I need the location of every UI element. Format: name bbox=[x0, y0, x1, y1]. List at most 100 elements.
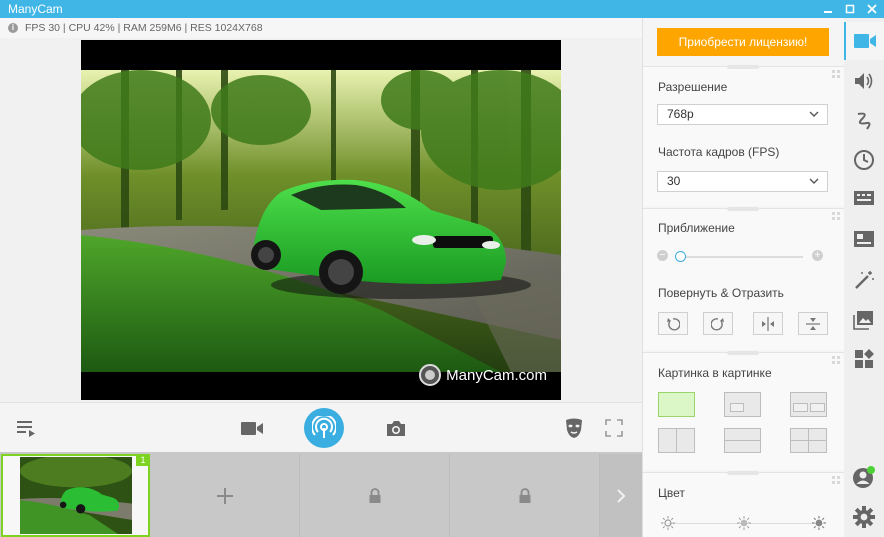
color-section: Цвет bbox=[643, 471, 844, 537]
fps-label: Частота кадров (FPS) bbox=[658, 145, 780, 159]
rail-subtitles-button[interactable] bbox=[844, 180, 884, 218]
flip-horizontal-icon bbox=[762, 316, 774, 331]
playlist-button[interactable] bbox=[14, 416, 40, 440]
video-preview[interactable]: ManyCam.com bbox=[81, 40, 561, 400]
stats-text: FPS 30 | CPU 42% | RAM 259M6 | RES 1024X… bbox=[25, 22, 263, 34]
drag-handle[interactable] bbox=[727, 207, 759, 211]
profile-icon bbox=[853, 466, 875, 488]
rail-profile-button[interactable] bbox=[844, 458, 884, 496]
video-settings-section: Разрешение 768p Частота кадров (FPS) 30 bbox=[643, 65, 844, 206]
lock-icon bbox=[519, 487, 531, 503]
video-image bbox=[81, 40, 561, 400]
thumbnail-image bbox=[19, 457, 132, 534]
pip-label: Картинка в картинке bbox=[658, 366, 772, 380]
mask-icon bbox=[566, 418, 582, 438]
brightness-slider-handle[interactable] bbox=[737, 516, 751, 530]
thumbnail-slot-locked[interactable] bbox=[301, 454, 450, 537]
thumbnail-next-button[interactable] bbox=[600, 454, 642, 537]
grip-icon[interactable] bbox=[832, 212, 840, 220]
title-bar: ManyCam bbox=[0, 0, 884, 18]
zoom-slider-handle[interactable] bbox=[675, 251, 686, 262]
rail-lower-third-button[interactable] bbox=[844, 220, 884, 258]
video-icon bbox=[854, 34, 876, 48]
playlist-icon bbox=[17, 421, 35, 437]
pip-layout-single[interactable] bbox=[658, 392, 695, 417]
broadcast-icon bbox=[312, 416, 336, 438]
thumbnail-slot-locked[interactable] bbox=[451, 454, 600, 537]
drag-handle[interactable] bbox=[727, 351, 759, 355]
fullscreen-button[interactable] bbox=[602, 416, 626, 440]
rail-settings-button[interactable] bbox=[844, 498, 884, 536]
close-button[interactable] bbox=[866, 3, 878, 15]
lock-icon bbox=[369, 487, 381, 503]
resolution-select[interactable]: 768p bbox=[657, 104, 828, 125]
controls-bar bbox=[0, 402, 642, 452]
camera-icon bbox=[241, 422, 263, 435]
subtitles-icon bbox=[854, 191, 874, 205]
resolution-value: 768p bbox=[667, 107, 694, 121]
thumbnail-number-badge: 1 bbox=[136, 454, 150, 466]
thumbnail-strip: 1 bbox=[0, 452, 642, 537]
settings-panel: Приобрести лицензию! Разрешение 768p Час… bbox=[642, 18, 844, 537]
broadcast-button[interactable] bbox=[304, 408, 344, 448]
grip-icon[interactable] bbox=[832, 356, 840, 364]
watermark: ManyCam.com bbox=[419, 364, 547, 386]
rail-widgets-button[interactable] bbox=[844, 340, 884, 378]
chevron-right-icon bbox=[617, 488, 626, 503]
drag-handle[interactable] bbox=[727, 471, 759, 475]
rail-time-button[interactable] bbox=[844, 141, 884, 179]
flip-vertical-button[interactable] bbox=[798, 312, 828, 335]
pip-layout-inset[interactable] bbox=[724, 392, 761, 417]
pip-layout-quad[interactable] bbox=[790, 428, 827, 453]
rail-video-button[interactable] bbox=[844, 22, 884, 60]
info-icon[interactable]: i bbox=[8, 23, 18, 33]
camera-source-button[interactable] bbox=[238, 416, 266, 440]
preview-area: ManyCam.com bbox=[0, 38, 642, 402]
zoom-out-button[interactable]: − bbox=[657, 250, 668, 261]
pip-layout-split-vertical[interactable] bbox=[658, 428, 695, 453]
brightness-low-icon bbox=[661, 516, 675, 530]
pip-layout-double-inset[interactable] bbox=[790, 392, 827, 417]
snapshot-icon bbox=[387, 421, 405, 436]
zoom-in-button[interactable]: + bbox=[812, 250, 823, 261]
color-label: Цвет bbox=[658, 486, 685, 500]
thumbnail-slot-1[interactable]: 1 bbox=[1, 454, 150, 537]
rail-effects-button[interactable] bbox=[844, 261, 884, 299]
close-icon bbox=[867, 4, 877, 14]
fps-select[interactable]: 30 bbox=[657, 171, 828, 192]
rotate-right-button[interactable] bbox=[703, 312, 733, 335]
rotate-flip-label: Повернуть & Отразить bbox=[658, 286, 784, 300]
tools-rail bbox=[844, 18, 884, 537]
rail-images-button[interactable] bbox=[844, 301, 884, 339]
manycam-logo-icon bbox=[419, 364, 442, 386]
settings-icon bbox=[853, 506, 875, 528]
effects-icon bbox=[855, 271, 874, 289]
face-mask-button[interactable] bbox=[562, 415, 586, 441]
chevron-down-icon bbox=[809, 178, 819, 184]
grip-icon[interactable] bbox=[832, 70, 840, 78]
rotate-left-button[interactable] bbox=[658, 312, 688, 335]
rail-draw-button[interactable] bbox=[844, 102, 884, 140]
flip-horizontal-button[interactable] bbox=[753, 312, 783, 335]
resolution-label: Разрешение bbox=[658, 80, 728, 94]
thumbnail-slot-add[interactable] bbox=[151, 454, 300, 537]
buy-license-button[interactable]: Приобрести лицензию! bbox=[657, 28, 829, 56]
pip-layout-split-horizontal[interactable] bbox=[724, 428, 761, 453]
zoom-section: Приближение − + Повернуть & Отразить bbox=[643, 207, 844, 350]
drag-handle[interactable] bbox=[727, 65, 759, 69]
draw-icon bbox=[857, 112, 871, 130]
audio-icon bbox=[855, 73, 873, 89]
lower-third-icon bbox=[854, 231, 874, 247]
snapshot-button[interactable] bbox=[382, 415, 410, 441]
grip-icon[interactable] bbox=[832, 476, 840, 484]
window-controls bbox=[822, 0, 878, 18]
thumbnail-picture bbox=[19, 457, 132, 534]
maximize-button[interactable] bbox=[844, 3, 856, 15]
images-icon bbox=[853, 311, 873, 330]
zoom-slider-track[interactable] bbox=[680, 256, 803, 258]
rail-audio-button[interactable] bbox=[844, 62, 884, 100]
minimize-button[interactable] bbox=[822, 3, 834, 15]
rotate-right-icon bbox=[711, 317, 724, 330]
minimize-icon bbox=[824, 11, 832, 13]
pip-section: Картинка в картинке bbox=[643, 351, 844, 470]
